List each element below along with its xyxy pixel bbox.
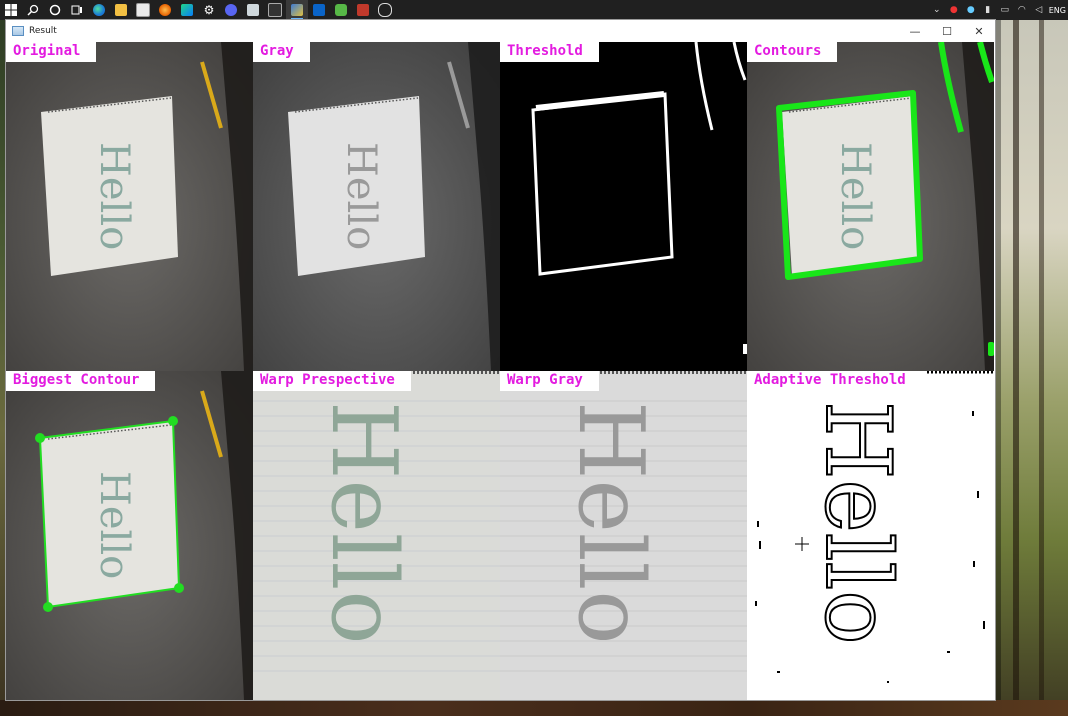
cloud-icon[interactable]: ● <box>964 5 978 15</box>
panel-biggest-contour: Hello Biggest Contour <box>6 371 253 700</box>
svg-text:Hello: Hello <box>832 142 878 250</box>
svg-text:Hello: Hello <box>91 471 137 579</box>
window-app-icon <box>12 26 24 36</box>
maximize-button[interactable]: ☐ <box>931 20 963 42</box>
image-stack-grid: Hello Original Hello Gray Threshold Hell… <box>6 42 994 700</box>
original-image: Hello <box>6 42 253 371</box>
svg-text:Hello: Hello <box>311 401 416 645</box>
panel-gray: Hello Gray <box>253 42 500 371</box>
svg-text:Hello: Hello <box>338 142 384 250</box>
search-icon[interactable] <box>22 0 44 20</box>
system-tray: ⌄ ● ● ▮ ▭ ◠ ◁ ENG <box>930 0 1068 20</box>
task-view-icon[interactable] <box>66 0 88 20</box>
biggest-contour-image: Hello <box>6 371 253 700</box>
panel-warp-gray: Hello Warp Gray <box>500 371 747 700</box>
battery-icon[interactable]: ▭ <box>998 5 1012 15</box>
discord-icon[interactable] <box>220 0 242 20</box>
desktop-wallpaper-strip <box>0 700 1068 716</box>
desktop-wallpaper <box>995 20 1068 716</box>
window-titlebar[interactable]: Result — ☐ ✕ <box>6 20 995 42</box>
windows-start-icon[interactable] <box>0 0 22 20</box>
edge-icon[interactable] <box>88 0 110 20</box>
chevron-up-icon[interactable]: ⌄ <box>930 5 944 15</box>
store-icon[interactable] <box>132 0 154 20</box>
volume-icon[interactable]: ◁ <box>1032 5 1046 15</box>
mail-icon[interactable] <box>242 0 264 20</box>
wifi-icon[interactable]: ◠ <box>1015 5 1029 15</box>
window-title: Result <box>29 26 57 36</box>
minimize-button[interactable]: — <box>899 20 931 42</box>
contours-image: Hello <box>747 42 994 371</box>
firefox-icon[interactable] <box>154 0 176 20</box>
panel-adaptive-threshold: Hello Adaptive Threshold <box>747 371 994 700</box>
panel-warp-prespective: Hello Warp Prespective <box>253 371 500 700</box>
panel-label: Gray <box>253 42 310 62</box>
warp-prespective-image: Hello <box>253 371 500 700</box>
microphone-icon[interactable]: ▮ <box>981 5 995 15</box>
snip-icon[interactable] <box>352 0 374 20</box>
opera-icon[interactable]: ● <box>947 5 961 15</box>
close-button[interactable]: ✕ <box>963 20 995 42</box>
terminal-icon[interactable] <box>264 0 286 20</box>
panel-label: Warp Gray <box>500 371 599 391</box>
panel-label: Adaptive Threshold <box>747 371 922 391</box>
outlook-icon[interactable] <box>308 0 330 20</box>
panel-label: Original <box>6 42 97 62</box>
panel-contours: Hello Contours <box>747 42 994 371</box>
panel-label: Warp Prespective <box>253 371 411 391</box>
panel-threshold: Threshold <box>500 42 747 371</box>
photos-icon[interactable] <box>330 0 352 20</box>
warp-gray-image: Hello <box>500 371 747 700</box>
pycharm-icon[interactable] <box>176 0 198 20</box>
clock-app-icon[interactable] <box>374 0 396 20</box>
cortana-icon[interactable] <box>44 0 66 20</box>
threshold-image <box>500 42 747 371</box>
svg-text:Hello: Hello <box>91 142 137 250</box>
file-explorer-icon[interactable] <box>110 0 132 20</box>
language-indicator[interactable]: ENG <box>1049 6 1066 15</box>
adaptive-threshold-image: Hello <box>747 371 994 700</box>
svg-text:Hello: Hello <box>805 401 910 645</box>
panel-label: Biggest Contour <box>6 371 156 391</box>
gray-image: Hello <box>253 42 500 371</box>
panel-original: Hello Original <box>6 42 253 371</box>
opencv-app-icon[interactable] <box>286 0 308 20</box>
panel-label: Contours <box>747 42 838 62</box>
taskbar: ⚙ ⌄ ● ● ▮ ▭ ◠ ◁ ENG <box>0 0 1068 20</box>
panel-label: Threshold <box>500 42 599 62</box>
settings-icon[interactable]: ⚙ <box>198 0 220 20</box>
svg-text:Hello: Hello <box>558 401 663 645</box>
result-window: Result — ☐ ✕ Hello Original Hello Gray T… <box>6 20 995 700</box>
